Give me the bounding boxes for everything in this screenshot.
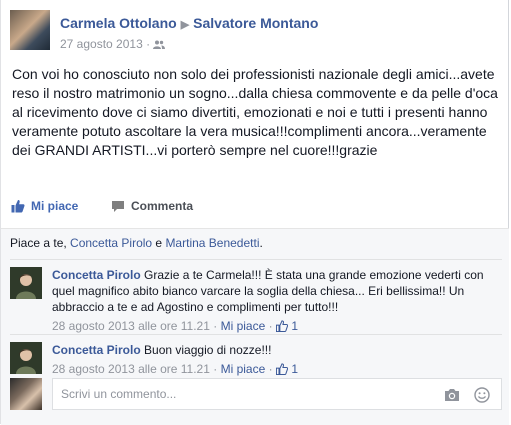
comment-like-link[interactable]: Mi piace (221, 362, 266, 376)
emoji-icon[interactable] (474, 387, 490, 403)
like-button-label: Mi piace (31, 199, 79, 213)
comment-meta-separator: · (213, 362, 218, 376)
likes-prefix: Piace a te, (10, 236, 71, 250)
speech-bubble-icon (112, 200, 124, 212)
divider (10, 334, 502, 335)
comment-button[interactable]: Commenta (111, 199, 193, 213)
target-name[interactable]: Salvatore Montano (193, 15, 318, 31)
likes-summary: Piace a te, Concetta Pirolo e Martina Be… (10, 236, 263, 250)
comment-text: Buon viaggio di nozze!!! (144, 343, 272, 357)
comment-body: Concetta Pirolo Grazie a te Carmela!!! È… (52, 267, 502, 334)
liker-link-1[interactable]: Concetta Pirolo (70, 236, 152, 250)
meta-separator: · (146, 37, 151, 51)
thumbs-up-icon[interactable] (275, 363, 288, 375)
comment-meta-separator: · (213, 319, 218, 333)
comment-meta-separator: · (268, 319, 273, 333)
comment-composer (10, 378, 502, 414)
post-date[interactable]: 27 agosto 2013 (60, 37, 143, 51)
comment-author[interactable]: Concetta Pirolo (52, 268, 141, 282)
comment-body: Concetta Pirolo Buon viaggio di nozze!!!… (52, 342, 502, 377)
liker-link-2[interactable]: Martina Benedetti (165, 236, 259, 250)
friends-audience-icon[interactable] (153, 40, 166, 49)
comment-like-count[interactable]: 1 (291, 319, 298, 333)
divider (10, 259, 502, 260)
thumbs-up-icon (11, 200, 25, 213)
like-button[interactable]: Mi piace (11, 199, 78, 213)
post-author-line: Carmela Ottolano ▶ Salvatore Montano (60, 15, 318, 31)
post-meta: 27 agosto 2013 · (60, 37, 166, 51)
likes-conjunction: e (152, 236, 166, 250)
comment-timestamp[interactable]: 28 agosto 2013 alle ore 11.21 (52, 362, 210, 376)
comment-author[interactable]: Concetta Pirolo (52, 343, 141, 357)
current-user-avatar[interactable] (10, 378, 42, 410)
comment-meta: 28 agosto 2013 alle ore 11.21 · Mi piace… (52, 318, 502, 334)
likes-suffix: . (259, 236, 263, 250)
thumbs-up-icon[interactable] (275, 320, 288, 332)
comment-button-label: Commenta (131, 199, 194, 213)
comment-like-count[interactable]: 1 (291, 362, 298, 376)
commenter-avatar[interactable] (10, 342, 42, 374)
author-name[interactable]: Carmela Ottolano (60, 15, 177, 31)
comment-input[interactable] (52, 378, 502, 410)
post-text: Con voi ho conosciuto non solo dei profe… (12, 66, 498, 158)
author-avatar[interactable] (10, 10, 50, 50)
comment-meta: 28 agosto 2013 alle ore 11.21 · Mi piace… (52, 361, 502, 377)
comment-meta-separator: · (268, 362, 273, 376)
camera-icon[interactable] (444, 388, 460, 402)
arrow-right-icon: ▶ (180, 19, 190, 31)
comment-like-link[interactable]: Mi piace (221, 319, 266, 333)
comment-timestamp[interactable]: 28 agosto 2013 alle ore 11.21 (52, 319, 210, 333)
commenter-avatar[interactable] (10, 267, 42, 299)
post-card: Carmela Ottolano ▶ Salvatore Montano 27 ag… (0, 0, 509, 425)
